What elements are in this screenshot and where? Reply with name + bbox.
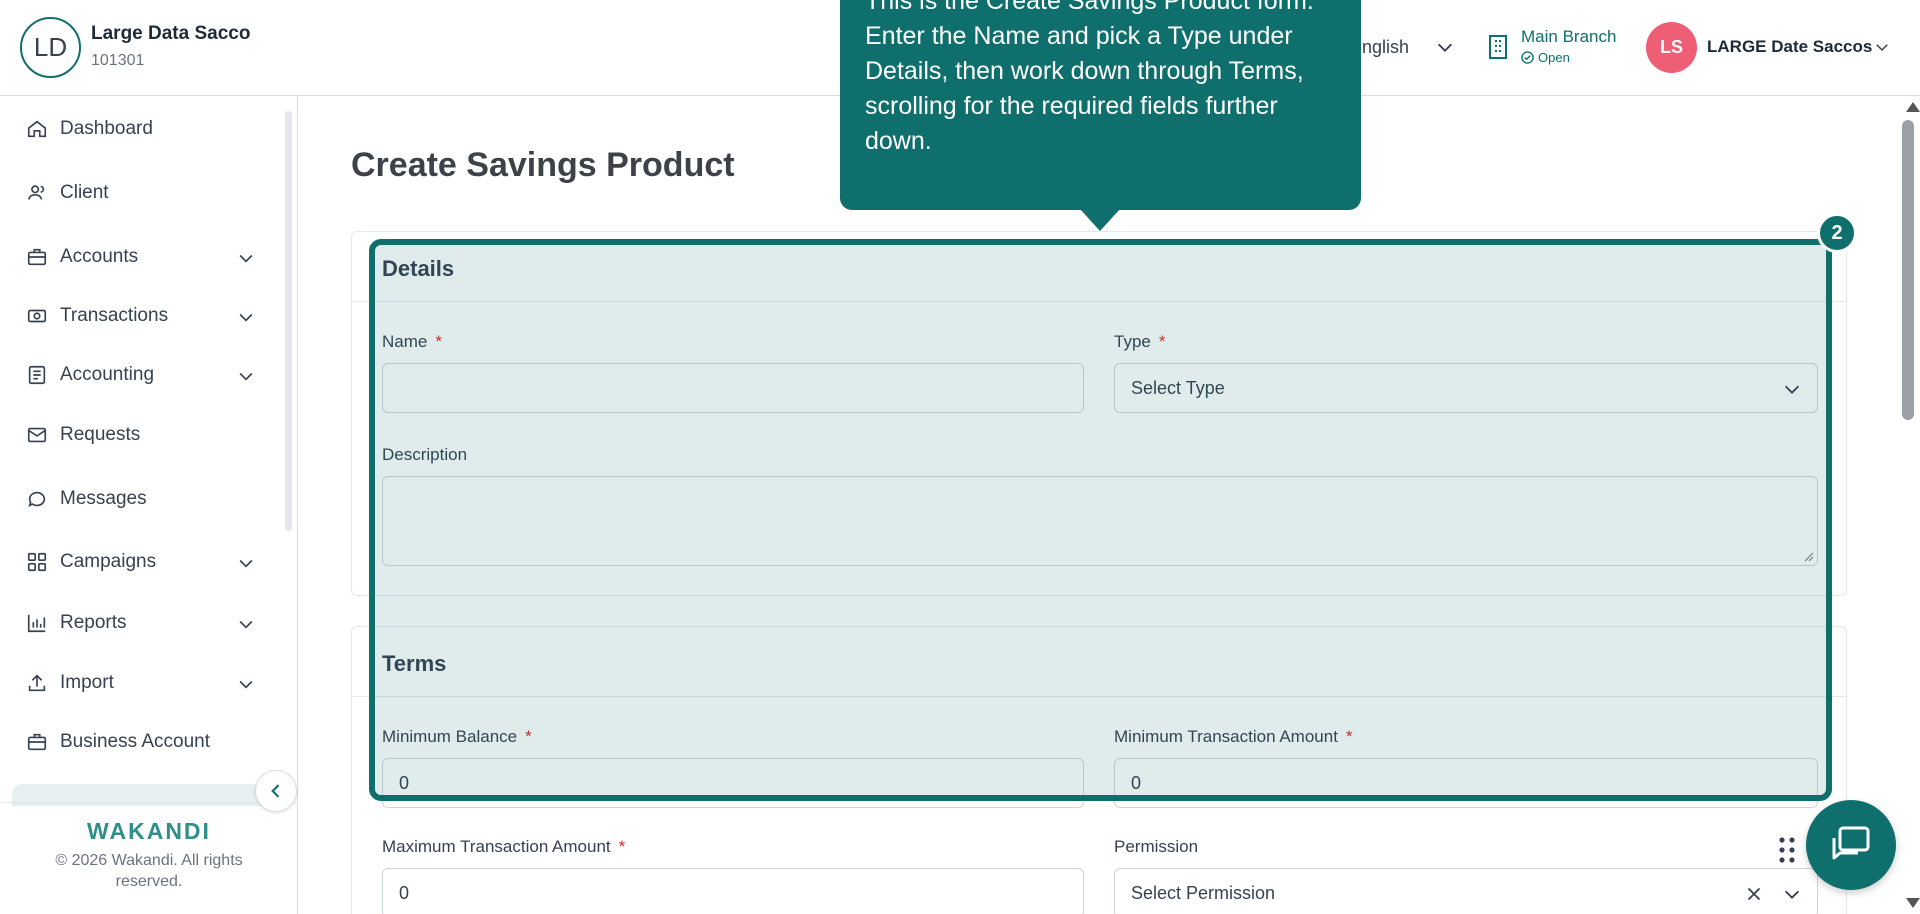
chevron-left-icon — [271, 784, 280, 798]
sidebar-footer-divider — [0, 802, 298, 803]
sidebar-item-label: Import — [60, 672, 114, 693]
users-icon — [27, 185, 45, 200]
close-icon[interactable] — [1743, 883, 1765, 905]
branch-status: Open — [1521, 50, 1570, 65]
tour-highlight — [369, 239, 1832, 801]
sidebar: Dashboard Client Accounts Transactions A… — [0, 96, 298, 914]
sidebar-item-label: Dashboard — [60, 118, 153, 139]
sidebar-item-label: Campaigns — [60, 551, 157, 572]
home-icon — [27, 120, 47, 138]
bar-chart-icon — [27, 614, 46, 633]
tour-tooltip-arrow — [1080, 209, 1120, 231]
sidebar-item-accounts[interactable]: Accounts — [0, 233, 270, 281]
money-icon — [27, 309, 47, 323]
org-name[interactable]: Large Data Sacco — [91, 23, 250, 45]
sidebar-item-messages[interactable]: Messages — [0, 475, 270, 523]
chevron-down-icon[interactable] — [236, 307, 256, 327]
sidebar-item-label: Reports — [60, 612, 127, 633]
copyright-text: © 2026 Wakandi. All rights reserved. — [55, 852, 243, 890]
collapse-sidebar-button[interactable] — [255, 770, 297, 812]
sidebar-item-label: Business Account — [60, 731, 210, 752]
sidebar-item-reports[interactable]: Reports — [0, 599, 270, 647]
chat-bubbles-icon — [1832, 826, 1870, 860]
max-transaction-input[interactable]: 0 — [382, 868, 1084, 914]
branch-name[interactable]: Main Branch — [1521, 27, 1616, 47]
max-transaction-label-text: Maximum Transaction Amount — [382, 837, 611, 856]
permission-select-placeholder: Select Permission — [1131, 882, 1276, 903]
sidebar-item-dashboard[interactable]: Dashboard — [0, 105, 270, 153]
check-circle-icon — [1521, 51, 1534, 64]
user-name[interactable]: LARGE Date Saccos — [1707, 37, 1872, 57]
chevron-down-icon[interactable] — [236, 674, 256, 694]
org-code: 101301 — [91, 52, 145, 69]
sidebar-item-transactions[interactable]: Transactions — [0, 292, 270, 340]
sidebar-item-import[interactable]: Import — [0, 659, 270, 707]
sidebar-scrollbar[interactable] — [285, 111, 292, 531]
page-scrollbar-thumb[interactable] — [1902, 120, 1914, 420]
permission-select[interactable]: Select Permission — [1114, 868, 1818, 914]
brand-logo: WAKANDI — [87, 818, 211, 844]
sidebar-item-label: Accounts — [60, 246, 139, 267]
sidebar-item-campaigns[interactable]: Campaigns — [0, 538, 270, 586]
mail-icon — [27, 427, 47, 443]
chevron-down-icon[interactable] — [236, 614, 256, 634]
language-selector[interactable]: nglish — [1362, 37, 1409, 58]
sidebar-item-label: Accounting — [60, 364, 155, 385]
sidebar-item-label: Requests — [60, 424, 141, 445]
sidebar-item-label: Transactions — [60, 305, 169, 326]
required-mark: * — [618, 837, 626, 856]
drag-handle-icon[interactable] — [1777, 835, 1797, 865]
building-icon — [1489, 35, 1507, 59]
sidebar-item-label: Messages — [60, 488, 147, 509]
sidebar-item-client[interactable]: Client — [0, 169, 270, 217]
page-title: Create Savings Product — [351, 146, 735, 184]
sidebar-item-label: Client — [60, 182, 109, 203]
scroll-down-arrow-icon[interactable] — [1906, 898, 1920, 908]
chevron-down-icon[interactable] — [236, 553, 256, 573]
sidebar-item-requests[interactable]: Requests — [0, 411, 270, 459]
app-root: LD Large Data Sacco 101301 nglish Main B… — [0, 0, 1920, 914]
chevron-down-icon — [1784, 890, 1800, 899]
permission-label: Permission — [1114, 837, 1199, 856]
branch-status-text: Open — [1538, 50, 1570, 65]
chevron-down-icon[interactable] — [236, 248, 256, 268]
tour-step-badge: 2 — [1817, 213, 1857, 253]
chevron-down-icon[interactable] — [236, 366, 256, 386]
sidebar-item-business-account[interactable]: Business Account — [0, 718, 270, 766]
sidebar-item-accounting[interactable]: Accounting — [0, 351, 270, 399]
briefcase-icon — [27, 733, 47, 751]
scroll-up-arrow-icon[interactable] — [1906, 102, 1920, 112]
ledger-icon — [28, 365, 46, 385]
upload-icon — [28, 674, 46, 692]
briefcase-icon — [27, 248, 47, 266]
chat-support-button[interactable] — [1806, 800, 1896, 890]
max-transaction-label: Maximum Transaction Amount * — [382, 837, 625, 857]
chevron-down-icon[interactable] — [1434, 36, 1456, 58]
chevron-down-icon[interactable] — [1873, 38, 1891, 56]
org-avatar[interactable]: LD — [20, 17, 81, 78]
chat-icon — [28, 491, 46, 507]
grid-icon — [27, 552, 47, 572]
user-avatar[interactable]: LS — [1646, 22, 1697, 73]
tour-tooltip: This is the Create Savings Product form.… — [840, 0, 1361, 210]
tour-tooltip-text: This is the Create Savings Product form.… — [865, 0, 1314, 155]
